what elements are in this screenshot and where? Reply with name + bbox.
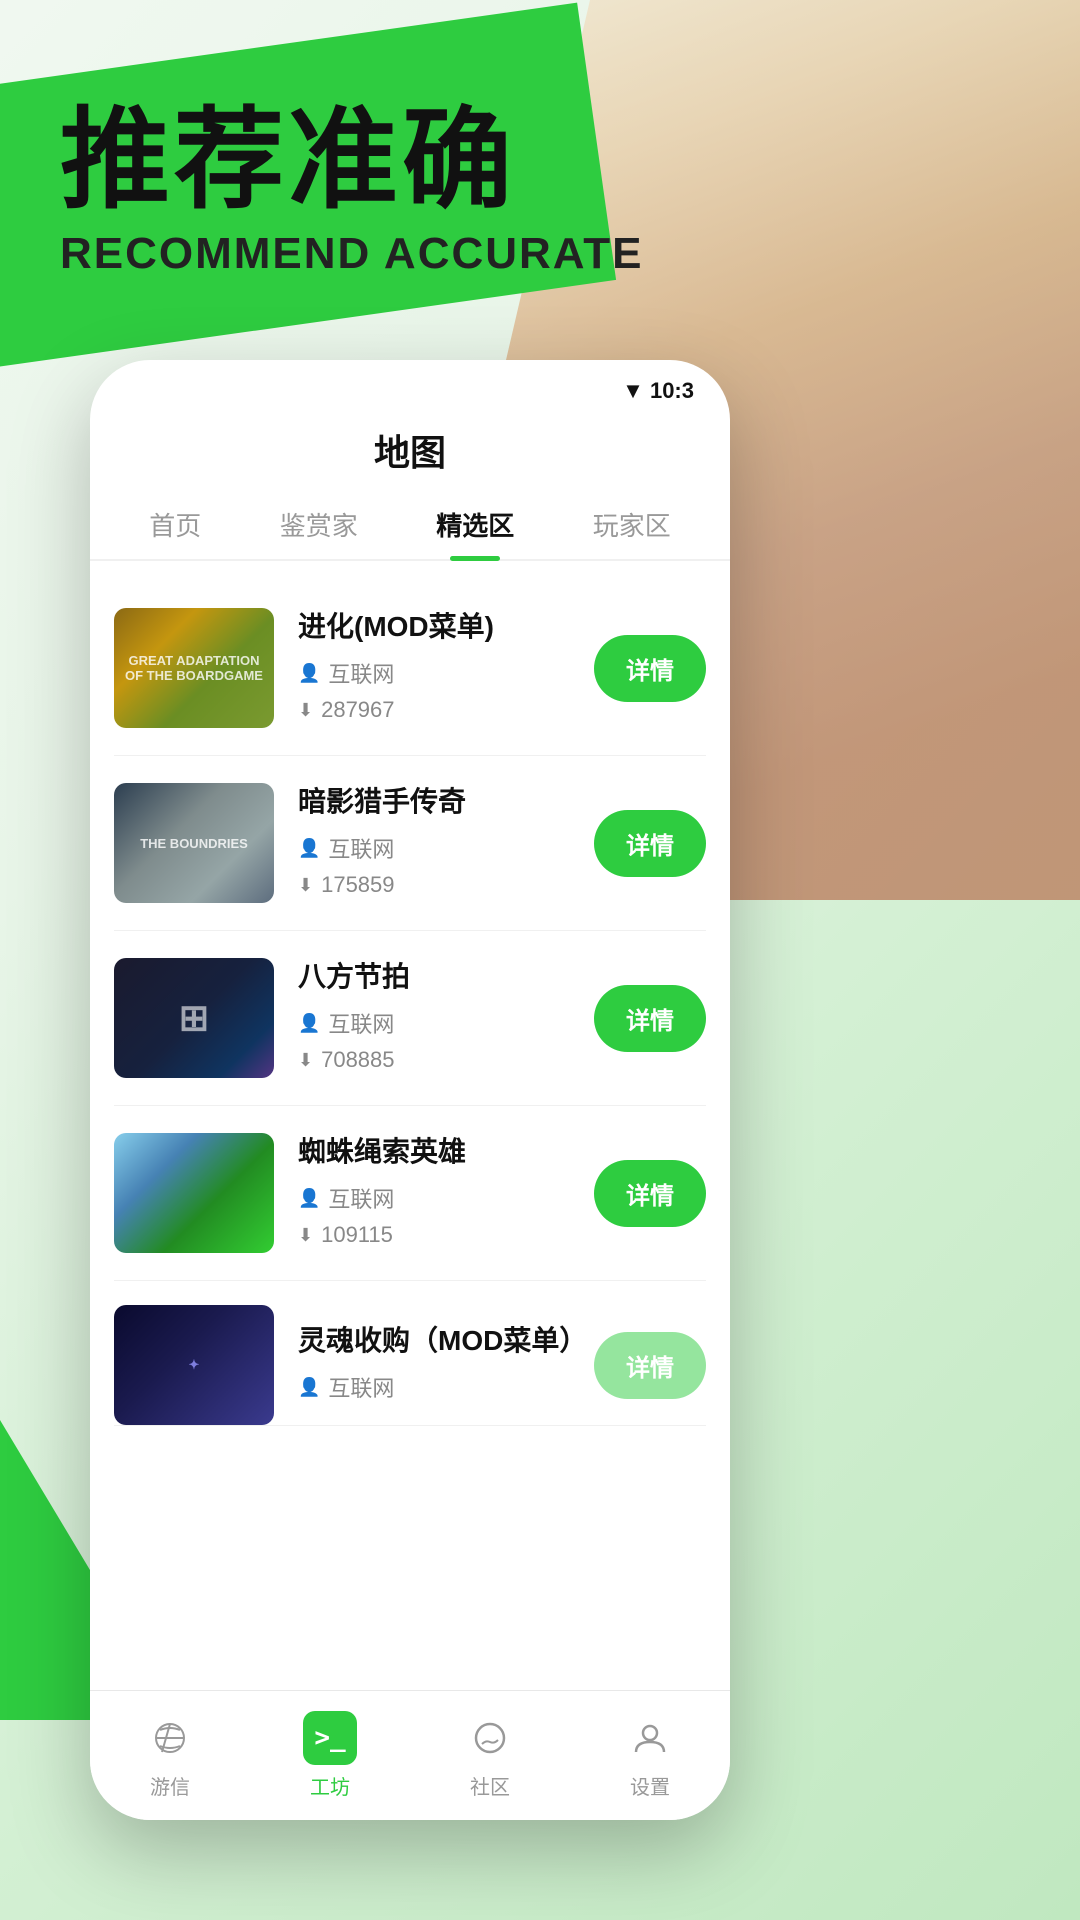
nav-item-shezhi[interactable]: 设置 bbox=[570, 1711, 730, 1800]
person-icon-4: 👤 bbox=[298, 1188, 320, 1209]
game-info-5: 灵魂收购（MOD菜单） 👤 互联网 bbox=[298, 1319, 582, 1411]
game-source-4: 👤 互联网 bbox=[298, 1182, 582, 1214]
youxin-label: 游信 bbox=[150, 1771, 190, 1800]
status-time: 10:3 bbox=[650, 378, 694, 404]
game-title-5: 灵魂收购（MOD菜单） bbox=[298, 1319, 582, 1359]
tab-connoisseur[interactable]: 鉴赏家 bbox=[260, 496, 378, 559]
game-thumbnail-5: ✦ bbox=[114, 1305, 274, 1425]
shequ-label: 社区 bbox=[470, 1771, 510, 1800]
game-info-1: 进化(MOD菜单) 👤 互联网 ⬇ 287967 bbox=[298, 605, 582, 731]
detail-button-4[interactable]: 详情 bbox=[594, 1160, 706, 1227]
nav-item-gongfang[interactable]: >_ 工坊 bbox=[250, 1711, 410, 1800]
wifi-icon: ▼ bbox=[622, 378, 644, 404]
game-thumbnail-1: GREAT ADAPTATION OF THE BOARDGAME bbox=[114, 608, 274, 728]
game-source-1: 👤 互联网 bbox=[298, 657, 582, 689]
app-title: 地图 bbox=[90, 414, 730, 496]
thumb-text-3: ⊞ bbox=[114, 958, 274, 1078]
person-icon-1: 👤 bbox=[298, 663, 320, 684]
thumb-text-2: THE BOUNDRIES bbox=[114, 783, 274, 903]
nav-item-shequ[interactable]: 社区 bbox=[410, 1711, 570, 1800]
detail-button-1[interactable]: 详情 bbox=[594, 635, 706, 702]
thumb-text-5: ✦ bbox=[114, 1305, 274, 1425]
game-source-2: 👤 互联网 bbox=[298, 832, 582, 864]
download-icon-2: ⬇ bbox=[298, 875, 313, 896]
detail-button-5[interactable]: 详情 bbox=[594, 1332, 706, 1399]
game-source-3: 👤 互联网 bbox=[298, 1007, 582, 1039]
nav-item-youxin[interactable]: 游信 bbox=[90, 1711, 250, 1800]
person-icon-2: 👤 bbox=[298, 838, 320, 859]
list-item: 蜘蛛绳索英雄 👤 互联网 ⬇ 109115 详情 bbox=[114, 1106, 706, 1281]
tab-bar: 首页 鉴赏家 精选区 玩家区 bbox=[90, 496, 730, 561]
list-item: ✦ 灵魂收购（MOD菜单） 👤 互联网 详情 bbox=[114, 1281, 706, 1426]
hero-chinese-title: 推荐准确 bbox=[60, 100, 644, 221]
tab-player[interactable]: 玩家区 bbox=[573, 496, 691, 559]
download-icon-3: ⬇ bbox=[298, 1050, 313, 1071]
game-list: GREAT ADAPTATION OF THE BOARDGAME 进化(MOD… bbox=[90, 581, 730, 1820]
game-thumbnail-2: THE BOUNDRIES bbox=[114, 783, 274, 903]
download-icon-4: ⬇ bbox=[298, 1225, 313, 1246]
list-item: ⊞ 八方节拍 👤 互联网 ⬇ 708885 详情 bbox=[114, 931, 706, 1106]
list-item: THE BOUNDRIES 暗影猎手传奇 👤 互联网 ⬇ 175859 详情 bbox=[114, 756, 706, 931]
person-icon-5: 👤 bbox=[298, 1377, 320, 1398]
game-title-2: 暗影猎手传奇 bbox=[298, 780, 582, 820]
status-bar: ▼ 10:3 bbox=[90, 360, 730, 414]
game-title-4: 蜘蛛绳索英雄 bbox=[298, 1130, 582, 1170]
game-downloads-2: ⬇ 175859 bbox=[298, 872, 582, 898]
hero-english-title: RECOMMEND ACCURATE bbox=[60, 229, 644, 279]
game-downloads-3: ⬇ 708885 bbox=[298, 1047, 582, 1073]
youxin-icon bbox=[143, 1711, 197, 1765]
detail-button-3[interactable]: 详情 bbox=[594, 985, 706, 1052]
list-item: GREAT ADAPTATION OF THE BOARDGAME 进化(MOD… bbox=[114, 581, 706, 756]
game-title-1: 进化(MOD菜单) bbox=[298, 605, 582, 645]
shezhi-icon bbox=[623, 1711, 677, 1765]
detail-button-2[interactable]: 详情 bbox=[594, 810, 706, 877]
bottom-nav: 游信 >_ 工坊 社区 设置 bbox=[90, 1690, 730, 1820]
game-info-3: 八方节拍 👤 互联网 ⬇ 708885 bbox=[298, 955, 582, 1081]
hero-section: 推荐准确 RECOMMEND ACCURATE bbox=[60, 100, 644, 279]
game-info-4: 蜘蛛绳索英雄 👤 互联网 ⬇ 109115 bbox=[298, 1130, 582, 1256]
shequ-icon bbox=[463, 1711, 517, 1765]
tab-home[interactable]: 首页 bbox=[129, 496, 221, 559]
game-source-5: 👤 互联网 bbox=[298, 1371, 582, 1403]
phone-mockup: ▼ 10:3 地图 首页 鉴赏家 精选区 玩家区 GREAT ADAPTATIO… bbox=[90, 360, 730, 1820]
game-title-3: 八方节拍 bbox=[298, 955, 582, 995]
game-downloads-4: ⬇ 109115 bbox=[298, 1222, 582, 1248]
game-info-2: 暗影猎手传奇 👤 互联网 ⬇ 175859 bbox=[298, 780, 582, 906]
thumb-text-1: GREAT ADAPTATION OF THE BOARDGAME bbox=[114, 608, 274, 728]
tab-featured[interactable]: 精选区 bbox=[416, 496, 534, 559]
game-downloads-1: ⬇ 287967 bbox=[298, 697, 582, 723]
thumb-text-4 bbox=[114, 1133, 274, 1253]
person-icon-3: 👤 bbox=[298, 1013, 320, 1034]
game-thumbnail-3: ⊞ bbox=[114, 958, 274, 1078]
download-icon-1: ⬇ bbox=[298, 700, 313, 721]
gongfang-icon: >_ bbox=[303, 1711, 357, 1765]
shezhi-label: 设置 bbox=[630, 1771, 670, 1800]
gongfang-label: 工坊 bbox=[310, 1771, 350, 1800]
game-thumbnail-4 bbox=[114, 1133, 274, 1253]
